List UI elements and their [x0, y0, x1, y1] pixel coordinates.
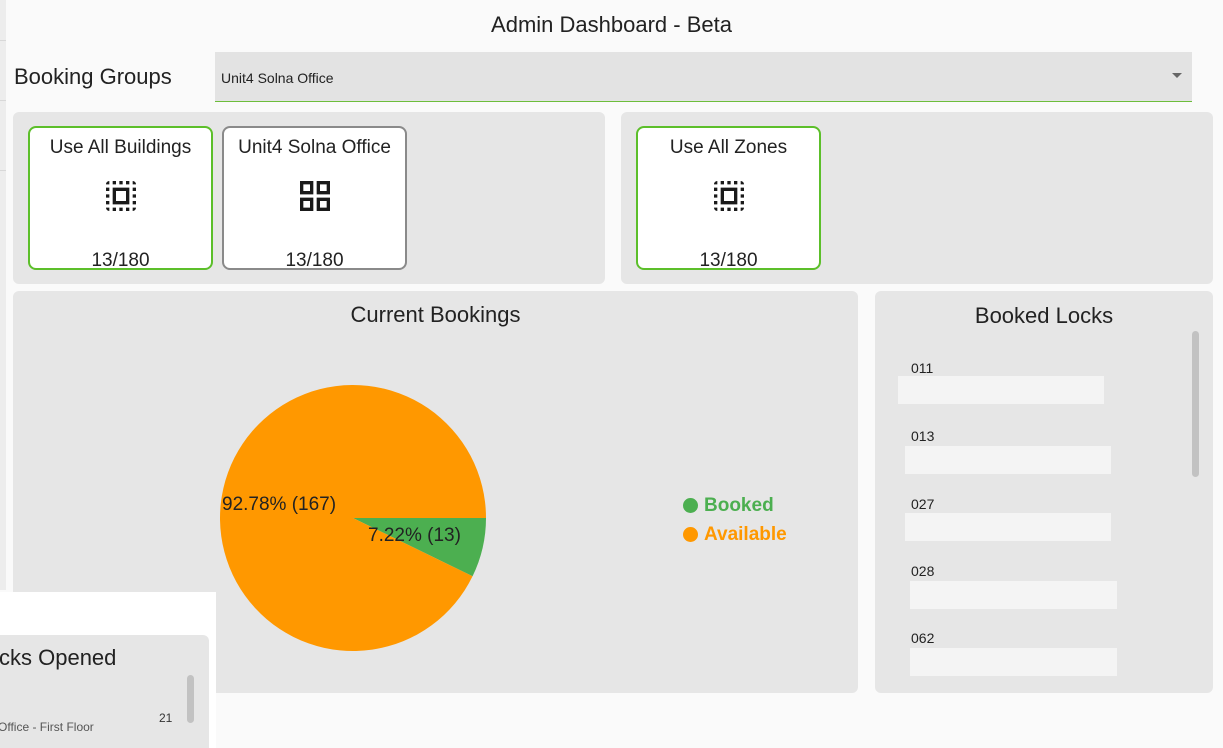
select-all-icon	[713, 181, 744, 211]
left-drawer-edge	[0, 0, 6, 590]
booking-groups-label: Booking Groups	[14, 64, 172, 89]
booked-lock-item[interactable]	[905, 513, 1111, 541]
booked-lock-label: 011	[911, 360, 934, 376]
locks-opened-panel: cks Opened 21 Office - First Floor	[0, 635, 209, 748]
legend-item-available[interactable]: Available	[683, 520, 787, 549]
legend-item-booked[interactable]: Booked	[683, 491, 787, 520]
booked-lock-item[interactable]	[910, 648, 1117, 676]
locks-opened-count: 21	[159, 711, 173, 725]
card-count: 13/180	[699, 250, 758, 270]
card-count: 13/180	[91, 250, 150, 270]
booked-lock-label: 027	[911, 496, 935, 512]
legend-label: Available	[704, 523, 787, 545]
zones-panel: Use All Zones 13/180	[621, 112, 1213, 284]
booked-locks-panel: Booked Locks 011 013 027 028 062	[875, 291, 1213, 693]
building-card-unit4-solna-office[interactable]: Unit4 Solna Office 13/180	[222, 126, 407, 270]
locks-opened-title: cks Opened	[0, 645, 117, 670]
locks-opened-row-label: Office - First Floor	[0, 720, 94, 734]
booked-lock-item[interactable]	[905, 446, 1111, 474]
booked-lock-item[interactable]	[898, 376, 1104, 404]
use-all-zones-card[interactable]: Use All Zones 13/180	[636, 126, 821, 270]
card-label: Unit4 Solna Office	[238, 137, 391, 158]
booked-locks-title: Booked Locks	[974, 303, 1114, 328]
booked-lock-item[interactable]	[910, 581, 1117, 609]
legend-dot	[683, 527, 698, 542]
legend-dot	[683, 498, 698, 513]
card-label: Use All Buildings	[49, 137, 192, 158]
locks-opened-scrollbar[interactable]	[187, 675, 194, 723]
select-all-icon	[105, 181, 136, 211]
booked-lock-label: 013	[911, 428, 935, 444]
page-title: Admin Dashboard - Beta	[491, 12, 732, 37]
current-bookings-title: Current Bookings	[350, 302, 521, 327]
grid-view-icon	[299, 181, 330, 211]
use-all-buildings-card[interactable]: Use All Buildings 13/180	[28, 126, 213, 270]
card-label: Use All Zones	[669, 137, 788, 158]
booking-groups-select[interactable]: Unit4 Solna Office	[215, 52, 1192, 102]
booked-locks-scrollbar[interactable]	[1192, 331, 1199, 477]
dropdown-arrow-icon	[1172, 73, 1182, 78]
booking-groups-selected-value: Unit4 Solna Office	[221, 70, 334, 86]
booked-lock-label: 062	[911, 630, 935, 646]
booked-lock-label: 028	[911, 563, 935, 579]
buildings-panel: Use All Buildings 13/180 Unit4 Solna Off…	[13, 112, 605, 284]
card-count: 13/180	[285, 250, 344, 270]
legend-label: Booked	[704, 494, 774, 516]
chart-legend: Booked Available	[683, 491, 787, 549]
